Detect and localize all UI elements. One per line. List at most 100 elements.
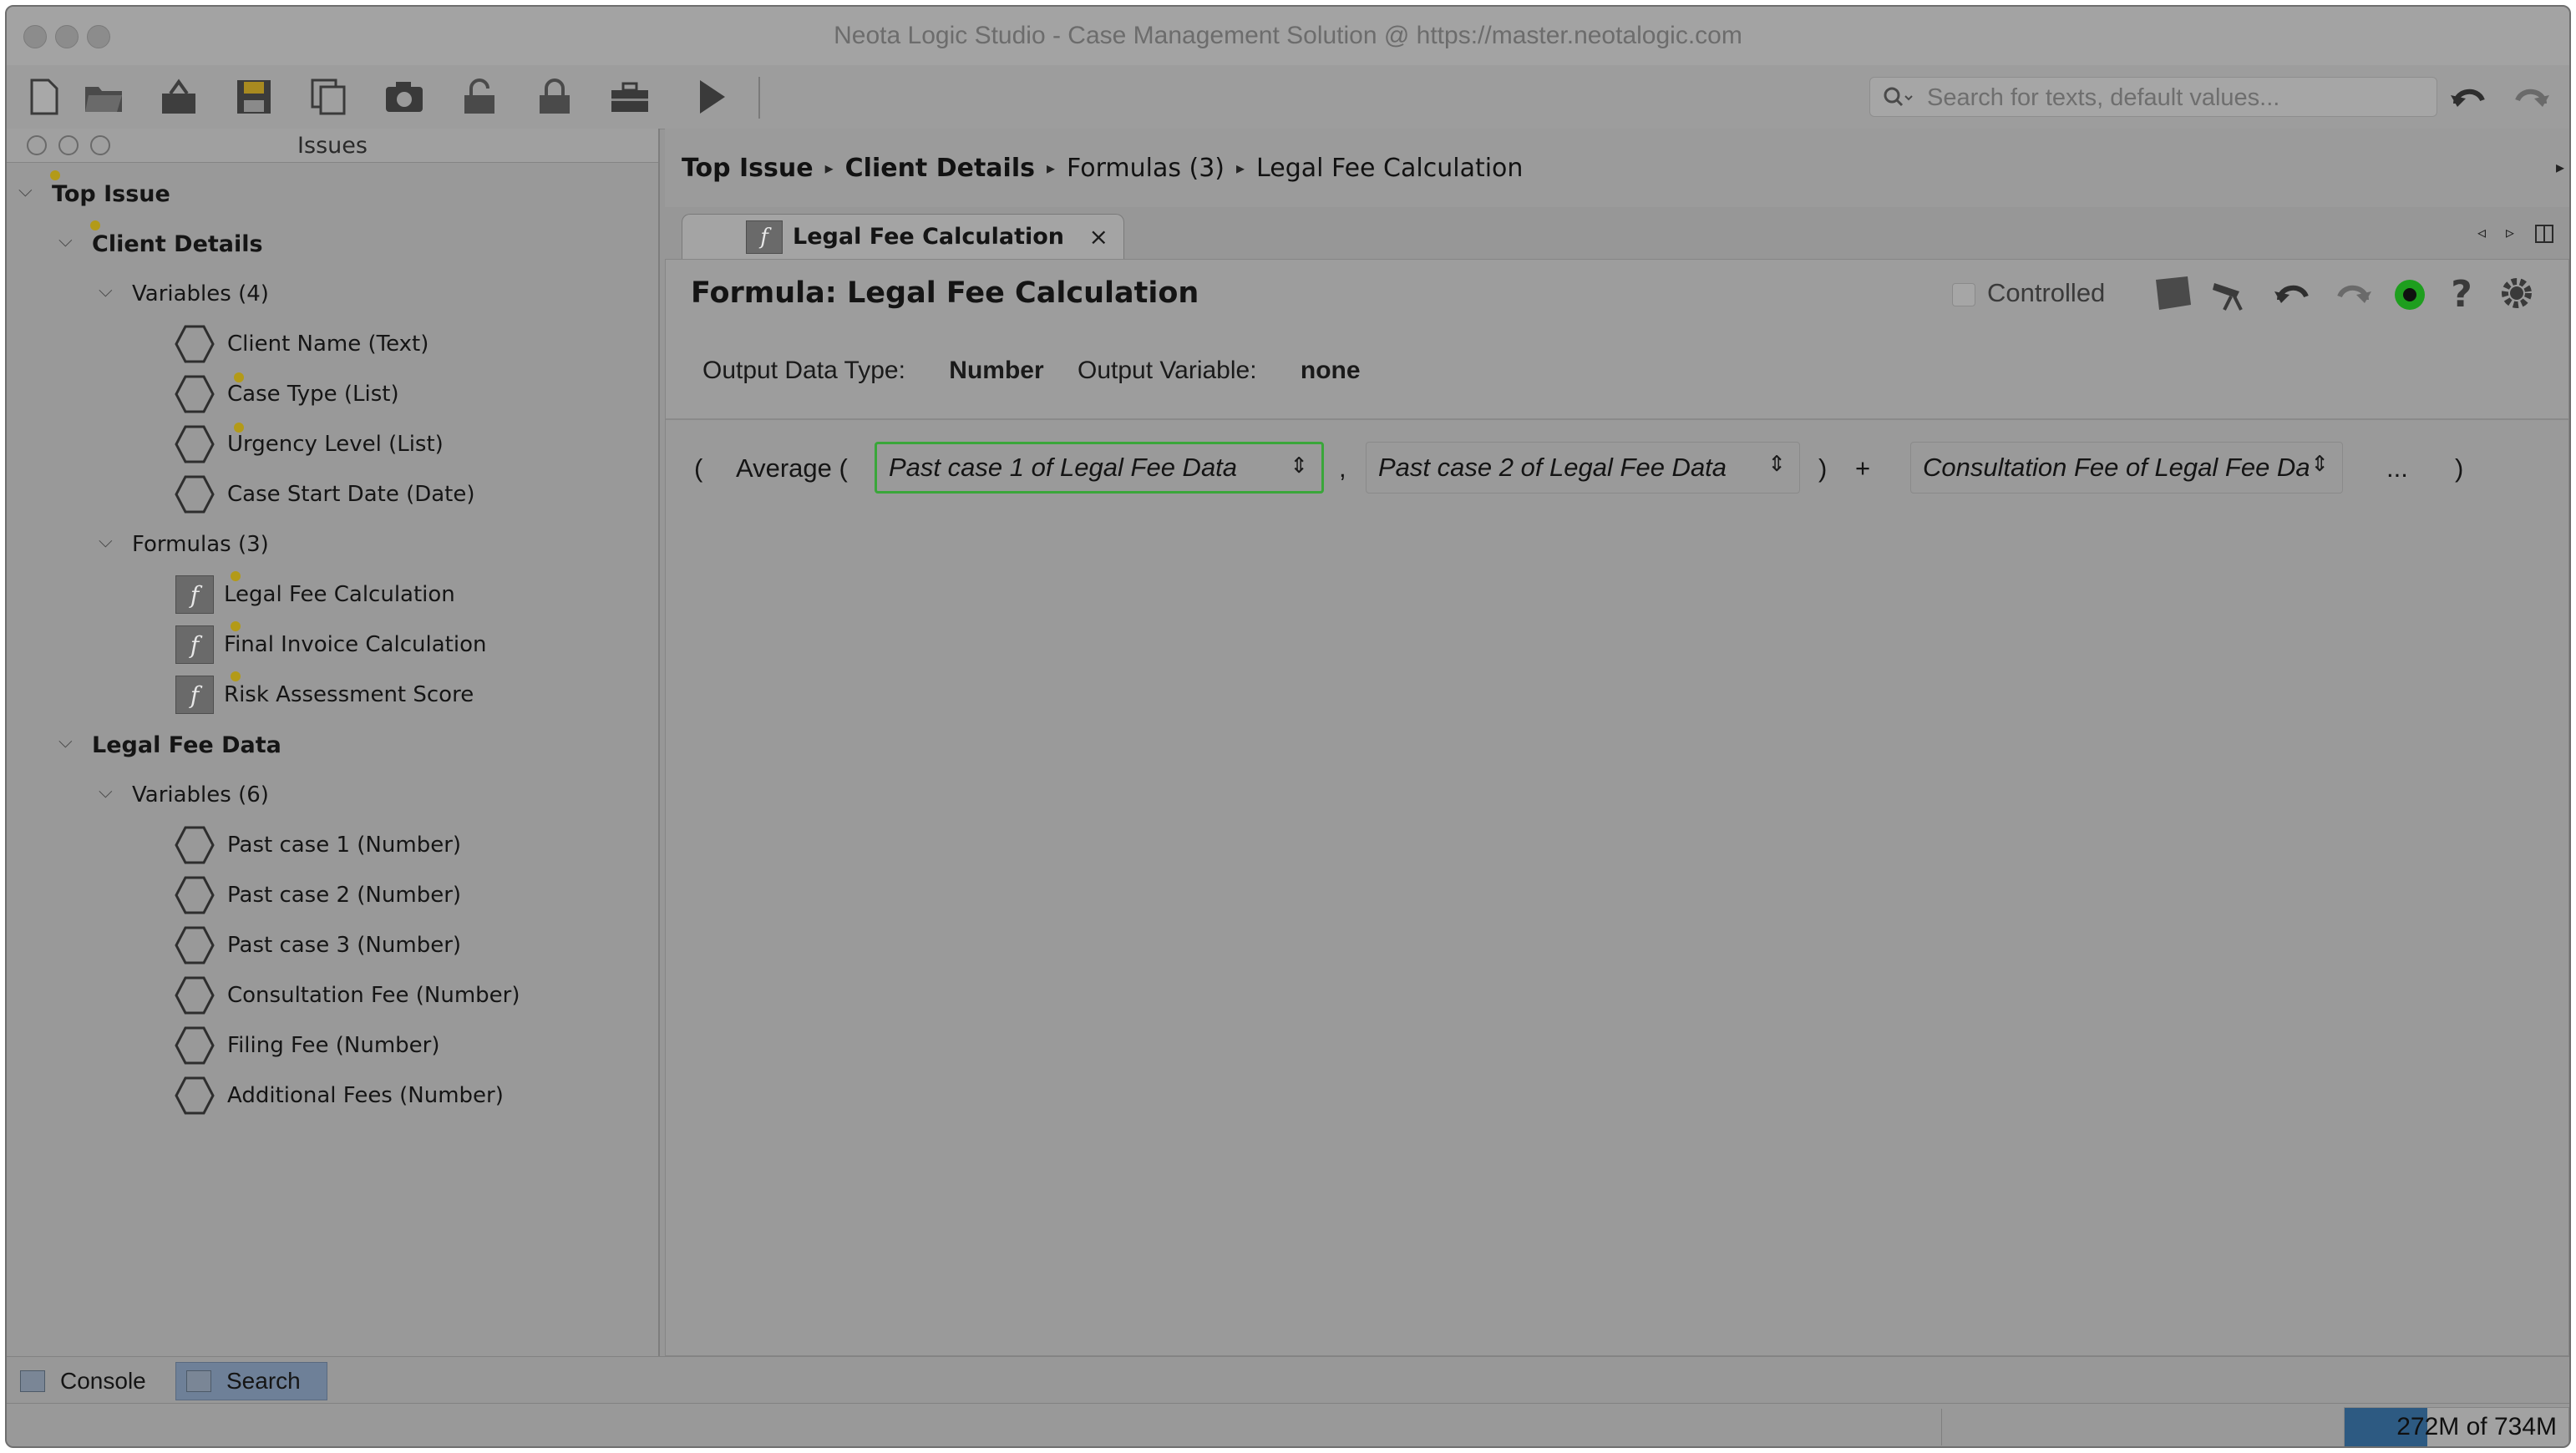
tree-item-filing-fee[interactable]: Filing Fee (Number) <box>174 1022 440 1069</box>
breadcrumb-client-details[interactable]: Client Details <box>845 154 1035 183</box>
tree-item-additional-fees[interactable]: Additional Fees (Number) <box>174 1072 504 1119</box>
search-input[interactable]: Search for texts, default values... <box>1927 84 2279 112</box>
breadcrumb-overflow-icon[interactable]: ▸ <box>2556 157 2564 177</box>
tree-item-case-start-date[interactable]: Case Start Date (Date) <box>174 471 475 518</box>
play-icon[interactable] <box>690 75 733 119</box>
plus-operator-token[interactable]: + <box>1855 453 1870 483</box>
chevron-down-icon[interactable]: ⌵ <box>99 281 113 301</box>
toolbar-separator <box>758 77 760 119</box>
combo-updown-icon: ⇕ <box>1767 451 1786 476</box>
breadcrumb-formulas[interactable]: Formulas (3) <box>1067 154 1225 183</box>
issues-panel: Issues ⌵ Top Issue ⌵ Client Details ⌵ Va… <box>7 129 660 1356</box>
tree-item-legal-fee-calculation[interactable]: f Legal Fee Calculation <box>175 571 455 618</box>
memory-indicator[interactable]: 272M of 734M <box>2344 1407 2569 1446</box>
svg-text:?: ? <box>2451 273 2472 315</box>
tree-item-variables[interactable]: Variables (4) <box>132 271 269 317</box>
tab-console[interactable]: Console <box>10 1362 174 1400</box>
breadcrumb-separator: ▸ <box>1236 158 1245 178</box>
controlled-checkbox[interactable] <box>1952 283 1975 306</box>
controlled-label: Controlled <box>1987 278 2106 307</box>
output-data-type-label: Output Data Type: <box>702 357 905 384</box>
status-divider <box>1941 1409 1942 1445</box>
tree-item-final-invoice-calculation[interactable]: f Final Invoice Calculation <box>175 621 486 668</box>
copy-icon[interactable] <box>307 75 351 119</box>
undo-icon[interactable] <box>2271 271 2315 315</box>
breadcrumb-top-issue[interactable]: Top Issue <box>682 154 814 183</box>
gear-icon[interactable] <box>2495 271 2538 315</box>
tree-item-past-case-3[interactable]: Past case 3 (Number) <box>174 922 461 969</box>
variable-hexagon-icon <box>175 425 215 463</box>
tab-list-icon[interactable] <box>2534 224 2554 244</box>
tab-scroll-right-icon[interactable]: ▹ <box>2506 222 2514 242</box>
redo-icon[interactable] <box>2509 75 2553 119</box>
open-paren-token[interactable]: ( <box>694 453 702 483</box>
tree-item-urgency-level[interactable]: Urgency Level (List) <box>174 421 444 468</box>
status-green-icon <box>2395 280 2425 310</box>
tree-item-client-details[interactable]: Client Details <box>92 220 263 267</box>
output-data-type-value[interactable]: Number <box>949 357 1043 384</box>
chevron-down-icon[interactable]: ⌵ <box>99 782 113 802</box>
formula-editor: Formula: Legal Fee Calculation Controlle… <box>665 259 2569 1356</box>
breadcrumb-separator: ▸ <box>1046 158 1056 178</box>
formula-icon: f <box>175 575 214 614</box>
bottom-tab-bar: Console Search <box>7 1356 2569 1404</box>
redo-icon[interactable] <box>2331 271 2375 315</box>
argument-2-combo[interactable]: Past case 2 of Legal Fee Data ⇕ <box>1366 442 1800 494</box>
app-window: Neota Logic Studio - Case Management Sol… <box>5 5 2571 1448</box>
toolbox-icon[interactable] <box>608 75 652 119</box>
output-variable-label: Output Variable: <box>1077 357 1257 384</box>
camera-icon[interactable] <box>383 75 426 119</box>
main-toolbar: Search for texts, default values... <box>7 65 2569 129</box>
average-function-token[interactable]: Average ( <box>736 453 848 483</box>
tree-item-case-type[interactable]: Case Type (List) <box>174 371 399 418</box>
more-arguments-token[interactable]: ... <box>2386 453 2408 483</box>
search-box[interactable]: Search for texts, default values... <box>1869 77 2437 117</box>
formula-expression: ( Average ( Past case 1 of Legal Fee Dat… <box>666 435 2568 502</box>
save-icon[interactable] <box>232 75 276 119</box>
end-paren-token[interactable]: ) <box>2455 453 2463 483</box>
tree-item-legal-fee-data[interactable]: Legal Fee Data <box>92 721 281 768</box>
telescope-icon[interactable] <box>2211 271 2254 315</box>
variable-hexagon-icon <box>175 1076 215 1115</box>
undo-icon[interactable] <box>2447 75 2491 119</box>
status-dot-icon <box>234 423 244 433</box>
lock-open-icon[interactable] <box>458 75 501 119</box>
tree-item-past-case-2[interactable]: Past case 2 (Number) <box>174 872 461 919</box>
variable-hexagon-icon <box>175 375 215 413</box>
tree-item-variables[interactable]: Variables (6) <box>132 772 269 818</box>
output-variable-value[interactable]: none <box>1301 357 1361 384</box>
open-package-icon[interactable] <box>157 75 200 119</box>
argument-1-combo[interactable]: Past case 1 of Legal Fee Data ⇕ <box>875 442 1324 494</box>
tree-item-past-case-1[interactable]: Past case 1 (Number) <box>174 822 461 868</box>
variable-hexagon-icon <box>175 475 215 514</box>
chevron-down-icon[interactable]: ⌵ <box>58 230 73 251</box>
chevron-down-icon[interactable]: ⌵ <box>58 732 73 752</box>
tree-item-client-name[interactable]: Client Name (Text) <box>174 321 428 367</box>
tab-scroll-left-icon[interactable]: ◃ <box>2477 222 2486 242</box>
comma-token: , <box>1339 453 1346 483</box>
tree-item-risk-assessment-score[interactable]: f Risk Assessment Score <box>175 671 474 718</box>
sticky-note-icon[interactable] <box>2151 271 2194 315</box>
status-dot-icon <box>231 621 241 631</box>
title-bar: Neota Logic Studio - Case Management Sol… <box>7 7 2569 66</box>
tree-item-formulas[interactable]: Formulas (3) <box>132 521 269 568</box>
argument-3-combo[interactable]: Consultation Fee of Legal Fee Data ⇕ <box>1910 442 2343 494</box>
console-icon <box>20 1370 45 1392</box>
tree-item-consultation-fee[interactable]: Consultation Fee (Number) <box>174 972 520 1019</box>
editor-area: Top Issue ▸ Client Details ▸ Formulas (3… <box>665 129 2569 1356</box>
tab-search[interactable]: Search <box>175 1362 327 1400</box>
breadcrumb-legal-fee-calculation[interactable]: Legal Fee Calculation <box>1256 154 1523 183</box>
lock-closed-icon[interactable] <box>533 75 576 119</box>
window-title: Neota Logic Studio - Case Management Sol… <box>834 22 1742 49</box>
combo-updown-icon: ⇕ <box>1290 453 1308 478</box>
close-paren-token[interactable]: ) <box>1818 453 1827 483</box>
tab-legal-fee-calculation[interactable]: f Legal Fee Calculation × <box>682 214 1124 259</box>
open-folder-icon[interactable] <box>82 75 125 119</box>
new-file-icon[interactable] <box>22 75 65 119</box>
tree-item-top-issue[interactable]: Top Issue <box>52 170 170 217</box>
tab-close-button[interactable]: × <box>1089 223 1108 251</box>
help-icon[interactable]: ? <box>2440 271 2483 315</box>
formula-header: Formula: Legal Fee Calculation Controlle… <box>666 260 2568 420</box>
chevron-down-icon[interactable]: ⌵ <box>18 180 33 201</box>
chevron-down-icon[interactable]: ⌵ <box>99 531 113 552</box>
